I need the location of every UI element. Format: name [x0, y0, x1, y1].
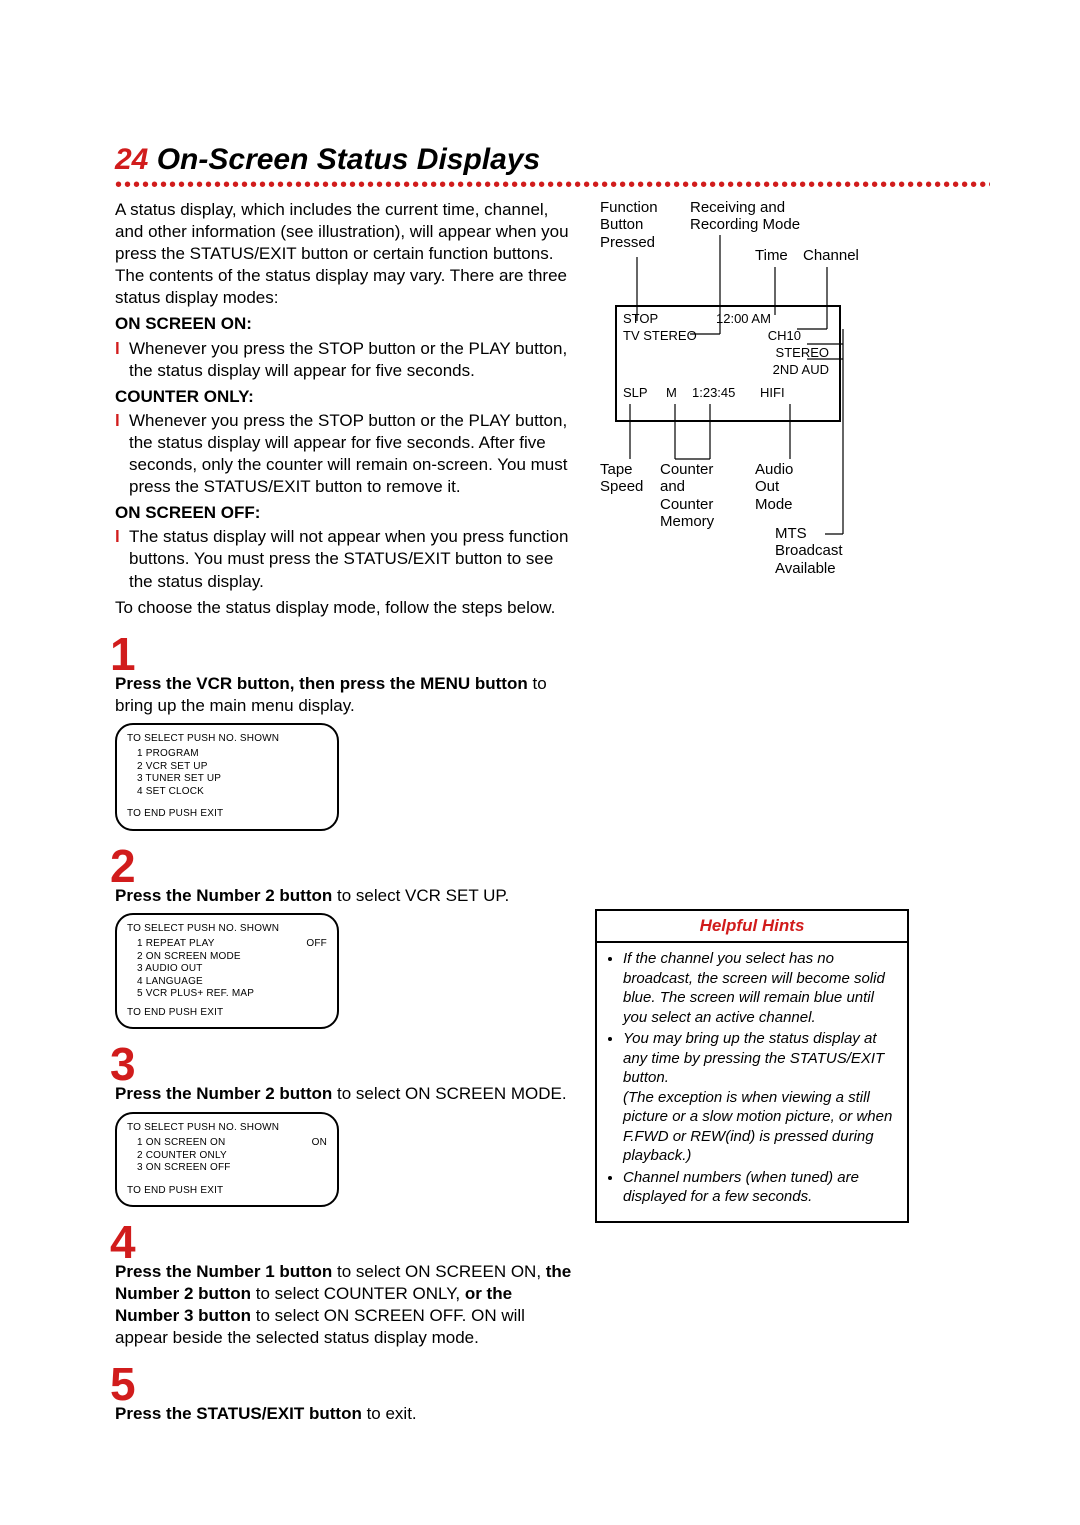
label-audio-out: Audio Out Mode [755, 461, 793, 513]
step-5-text: Press the STATUS/EXIT button to exit. [115, 1403, 575, 1425]
label-time: Time [755, 247, 788, 264]
menu-item: 3 AUDIO OUT [137, 963, 327, 976]
osd-2nd-aud: 2ND AUD [623, 362, 833, 379]
step-2-bold: Press the Number 2 button [115, 886, 332, 905]
intro-text: A status display, which includes the cur… [115, 199, 575, 309]
helpful-hints-body: If the channel you select has no broadca… [597, 943, 907, 1221]
left-column: A status display, which includes the cur… [115, 199, 575, 1426]
menu-item: 1 PROGRAM [137, 748, 327, 761]
step-number-3: 3 [110, 1041, 575, 1087]
bullet-icon: l [115, 410, 129, 498]
osd-ch: CH10 [716, 328, 801, 345]
page-heading: 24 On-Screen Status Displays [115, 140, 990, 179]
step-number-5: 5 [110, 1361, 575, 1407]
label-receiving-mode: Receiving and Recording Mode [690, 199, 800, 234]
menu-item-right: OFF [306, 938, 327, 951]
step-5-rest: to exit. [362, 1404, 417, 1423]
mode-on-screen-off-text: The status display will not appear when … [129, 526, 575, 592]
osd-stop: STOP [623, 311, 708, 328]
dot-divider: ••••••••••••••••••••••••••••••••••••••••… [115, 181, 990, 189]
step-number-1: 1 [110, 631, 575, 677]
step-3-text: Press the Number 2 button to select ON S… [115, 1083, 575, 1105]
menu-item: 4 SET CLOCK [137, 786, 327, 799]
menu-box-1: TO SELECT PUSH NO. SHOWN 1 PROGRAM 2 VCR… [115, 723, 339, 831]
menu-foot: TO END PUSH EXIT [127, 1007, 327, 1020]
choose-line: To choose the status display mode, follo… [115, 597, 575, 619]
mode-on-screen-off-label: ON SCREEN OFF: [115, 502, 575, 524]
step-2-rest: to select VCR SET UP. [332, 886, 509, 905]
bullet-icon: l [115, 526, 129, 592]
menu-box-2: TO SELECT PUSH NO. SHOWN 1 REPEAT PLAY OF… [115, 913, 339, 1030]
hint-item: If the channel you select has no broadca… [623, 949, 897, 1027]
menu-item: 1 ON SCREEN ON [137, 1137, 225, 1150]
osd-m: M [666, 385, 684, 402]
step-number-4: 4 [110, 1219, 575, 1265]
bullet-icon: l [115, 338, 129, 382]
osd-box: STOP 12:00 AM TV STEREO CH10 STEREO 2ND … [615, 305, 841, 422]
status-diagram: Function Button Pressed Receiving and Re… [595, 199, 935, 629]
step-3-rest: to select ON SCREEN MODE. [332, 1084, 566, 1103]
step-4-mid1: to select ON SCREEN ON, [332, 1262, 546, 1281]
osd-hifi: HIFI [760, 385, 785, 402]
menu-item: 2 VCR SET UP [137, 761, 327, 774]
step-4-text: Press the Number 1 button to select ON S… [115, 1261, 575, 1349]
osd-slp: SLP [623, 385, 658, 402]
label-tape-speed: Tape Speed [600, 461, 643, 496]
menu-item-right: ON [312, 1137, 327, 1150]
mode-counter-only-label: COUNTER ONLY: [115, 386, 575, 408]
label-counter-memory: Counter and Counter Memory [660, 461, 714, 530]
label-channel: Channel [803, 247, 859, 264]
osd-tvstereo: TV STEREO [623, 328, 708, 345]
helpful-hints-title: Helpful Hints [597, 911, 907, 943]
right-column: Function Button Pressed Receiving and Re… [595, 199, 935, 1426]
menu-head: TO SELECT PUSH NO. SHOWN [127, 733, 327, 746]
step-1-text: Press the VCR button, then press the MEN… [115, 673, 575, 717]
step-1-bold: Press the VCR button, then press the MEN… [115, 674, 528, 693]
menu-item: 3 TUNER SET UP [137, 773, 327, 786]
menu-item: 2 COUNTER ONLY [137, 1150, 327, 1163]
menu-head: TO SELECT PUSH NO. SHOWN [127, 923, 327, 936]
menu-box-3: TO SELECT PUSH NO. SHOWN 1 ON SCREEN ON O… [115, 1112, 339, 1208]
step-4-bold1: Press the Number 1 button [115, 1262, 332, 1281]
menu-item: 4 LANGUAGE [137, 976, 327, 989]
step-3-bold: Press the Number 2 button [115, 1084, 332, 1103]
step-4-mid2: to select COUNTER ONLY, [251, 1284, 465, 1303]
menu-head: TO SELECT PUSH NO. SHOWN [127, 1122, 327, 1135]
mode-on-screen-on-text: Whenever you press the STOP button or th… [129, 338, 575, 382]
menu-item: 2 ON SCREEN MODE [137, 951, 327, 964]
mode-counter-only-text: Whenever you press the STOP button or th… [129, 410, 575, 498]
osd-stereo: STEREO [623, 345, 833, 362]
hint-item: You may bring up the status display at a… [623, 1029, 897, 1166]
menu-foot: TO END PUSH EXIT [127, 1185, 327, 1198]
menu-item: 5 VCR PLUS+ REF. MAP [137, 988, 327, 1001]
step-number-2: 2 [110, 843, 575, 889]
osd-counter: 1:23:45 [692, 385, 752, 402]
helpful-hints-box: Helpful Hints If the channel you select … [595, 909, 909, 1223]
osd-time: 12:00 AM [716, 311, 771, 328]
step-5-bold: Press the STATUS/EXIT button [115, 1404, 362, 1423]
label-mts: MTS Broadcast Available [775, 525, 843, 577]
page-number: 24 [115, 143, 148, 176]
mode-on-screen-on-label: ON SCREEN ON: [115, 313, 575, 335]
menu-item: 3 ON SCREEN OFF [137, 1162, 327, 1175]
step-2-text: Press the Number 2 button to select VCR … [115, 885, 575, 907]
label-function-button: Function Button Pressed [600, 199, 658, 251]
page-title: On-Screen Status Displays [157, 143, 540, 176]
menu-foot: TO END PUSH EXIT [127, 808, 327, 821]
menu-item: 1 REPEAT PLAY [137, 938, 215, 951]
hint-item: Channel numbers (when tuned) are display… [623, 1168, 897, 1207]
